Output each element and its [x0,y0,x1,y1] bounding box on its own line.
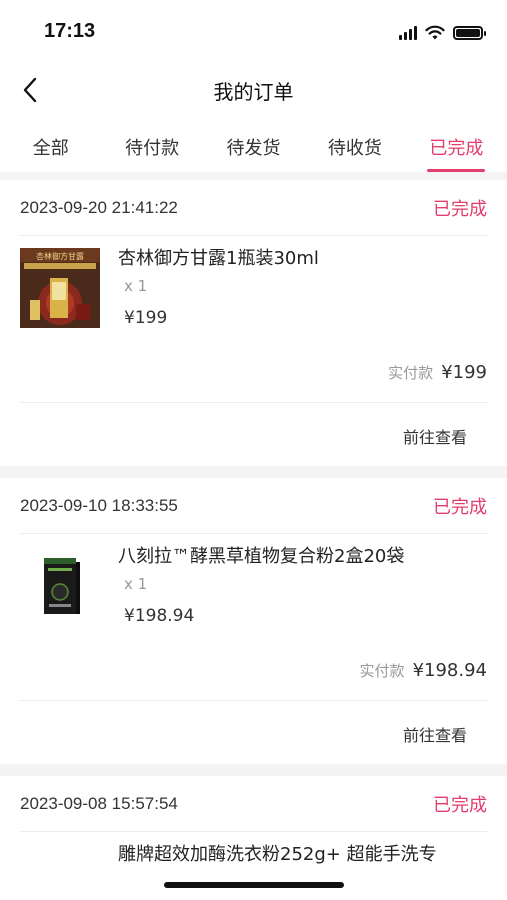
battery-icon [453,26,486,40]
product-image[interactable] [20,546,100,626]
tab-pending-payment[interactable]: 待付款 [101,118,202,172]
order-time: 2023-09-10 18:33:55 [20,495,178,515]
nav-bar: 我的订单 [0,64,507,118]
tab-completed[interactable]: 已完成 [406,118,507,172]
product-price: ¥199 [124,308,168,328]
order-header: 2023-09-20 21:41:22 已完成 [20,180,487,236]
order-status: 已完成 [433,794,487,816]
order-header: 2023-09-10 18:33:55 已完成 [20,478,487,534]
order-time: 2023-09-20 21:41:22 [20,197,178,217]
page-title: 我的订单 [213,80,294,104]
product-quantity: x 1 [124,575,148,593]
signal-icon [399,26,417,40]
tab-pending-receipt[interactable]: 待收货 [304,118,405,172]
paid-label: 实付款 [359,662,405,680]
status-icons [399,22,486,44]
divider [20,700,487,701]
wifi-icon [425,25,445,40]
paid-amount: ¥198.94 [412,660,487,681]
order-card: 2023-09-10 18:33:55 已完成 八刻拉™酵黑草植物复合粉2盒20… [0,478,507,764]
product-name[interactable]: 杏林御方甘露1瓶装30ml [118,244,487,270]
paid-row: 实付款 ¥199 [388,362,487,383]
product-price: ¥198.94 [124,606,195,626]
order-status: 已完成 [433,496,487,518]
tab-pending-shipment[interactable]: 待发货 [203,118,304,172]
order-tabs: 全部 待付款 待发货 待收货 已完成 [0,118,507,172]
view-order-button[interactable]: 前往查看 [403,722,467,746]
order-card: 2023-09-20 21:41:22 已完成 杏林御方甘露 杏林御方甘露1瓶装… [0,180,507,466]
status-time: 17:13 [44,20,96,42]
product-name[interactable]: 八刻拉™酵黑草植物复合粉2盒20袋 [118,542,487,568]
thumb-text: 杏林御方甘露 [36,251,84,261]
product-image[interactable]: 杏林御方甘露 [20,248,100,328]
divider [20,402,487,403]
tab-all[interactable]: 全部 [0,118,101,172]
paid-row: 实付款 ¥198.94 [360,660,487,681]
paid-label: 实付款 [388,364,434,382]
status-bar: 17:13 [0,0,507,64]
order-status: 已完成 [433,198,487,220]
product-quantity: x 1 [124,277,148,295]
home-indicator[interactable] [164,882,344,888]
product-name[interactable]: 雕牌超效加酶洗衣粉252g+ 超能手洗专 [118,840,487,866]
order-header: 2023-09-08 15:57:54 已完成 [20,776,487,832]
view-order-button[interactable]: 前往查看 [403,424,467,448]
paid-amount: ¥199 [441,362,487,383]
order-time: 2023-09-08 15:57:54 [20,793,178,813]
